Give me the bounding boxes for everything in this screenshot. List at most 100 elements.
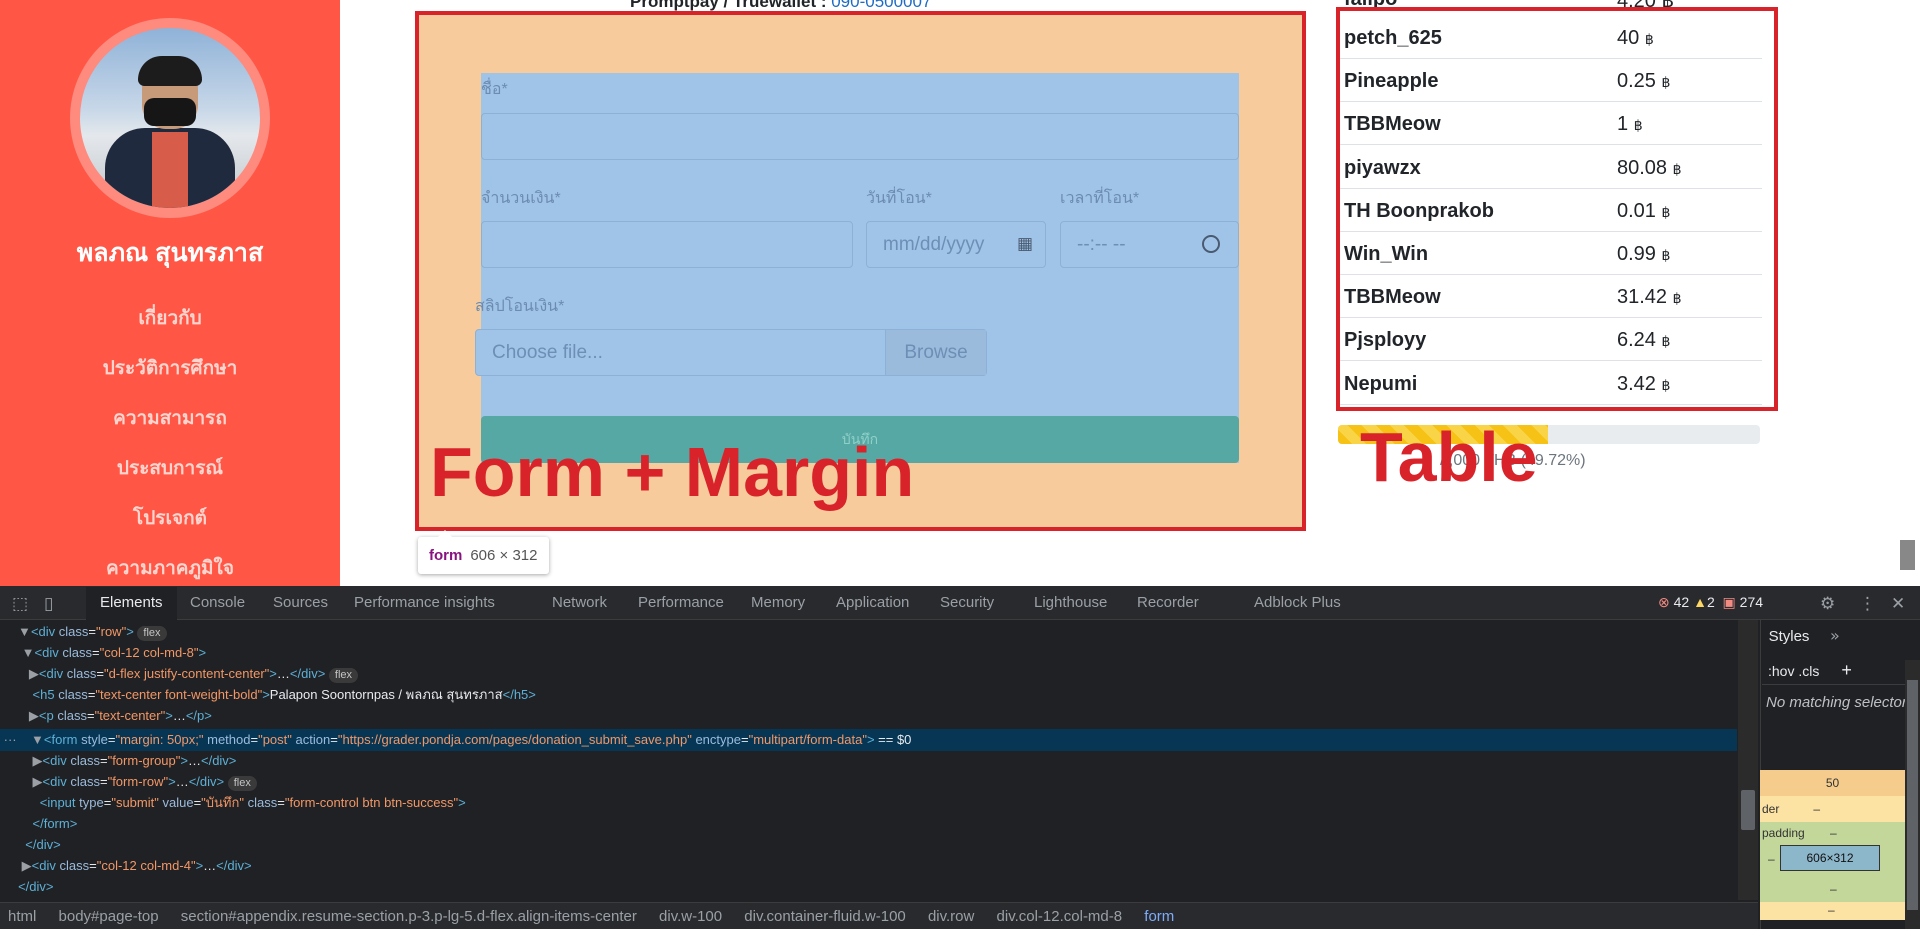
breadcrumb-item[interactable]: div.container-fluid.w-100 xyxy=(744,908,905,925)
element-tooltip: form 606 × 312 xyxy=(418,530,549,574)
box-model-border-bottom: – xyxy=(1760,902,1905,920)
amount-label: จำนวนเงิน* xyxy=(481,190,561,207)
tab-console[interactable]: Console xyxy=(190,594,245,611)
inspect-element-icon[interactable]: ⬚ xyxy=(12,594,28,614)
donation-amount: 80.08 ฿ xyxy=(1617,156,1682,179)
page-scrollbar[interactable] xyxy=(1900,540,1915,570)
table-row: Pineapple 0.25 ฿ xyxy=(1340,59,1762,103)
settings-gear-icon[interactable]: ⚙ xyxy=(1820,594,1835,614)
code-line[interactable]: ▼<div class="col-12 col-md-8"> xyxy=(0,642,1737,663)
styles-filter-toggles[interactable]: :hov .cls xyxy=(1768,663,1819,679)
donor-name: piyawzx xyxy=(1344,156,1421,179)
breadcrumb: html body#page-top section#appendix.resu… xyxy=(0,902,1758,929)
tab-sources[interactable]: Sources xyxy=(273,594,328,611)
nav-education[interactable]: ประวัติการศึกษา xyxy=(0,353,340,383)
clock-icon[interactable] xyxy=(1202,235,1220,253)
table-row: TBBMeow 31.42 ฿ xyxy=(1340,275,1762,319)
elements-scrollbar[interactable] xyxy=(1738,620,1758,900)
donation-amount: 0.01 ฿ xyxy=(1617,199,1671,222)
file-input[interactable]: Choose file... Browse xyxy=(475,329,987,376)
code-line[interactable]: ▶<p class="text-center">…</p> xyxy=(0,705,1737,726)
tooltip-size: 606 × 312 xyxy=(470,547,538,564)
code-line[interactable]: ▶<div class="form-group">…</div> xyxy=(0,750,1737,771)
table-row: TH Boonprakob 0.01 ฿ xyxy=(1340,189,1762,232)
issues-count: 274 xyxy=(1739,594,1764,610)
box-model-content: 606×312 xyxy=(1780,845,1880,871)
donor-name: TBBMeow xyxy=(1344,113,1441,136)
close-devtools-icon[interactable]: ✕ xyxy=(1891,594,1905,614)
more-options-icon[interactable]: ⋮ xyxy=(1859,594,1876,614)
breadcrumb-item[interactable]: div.col-12.col-md-8 xyxy=(997,908,1123,925)
breadcrumb-item[interactable]: section#appendix.resume-section.p-3.p-lg… xyxy=(181,908,637,925)
donation-amount: 3.42 ฿ xyxy=(1617,372,1671,395)
table-row: Win_Win 0.99 ฿ xyxy=(1340,232,1762,275)
breadcrumb-item-active[interactable]: form xyxy=(1144,908,1174,925)
no-matching-selector-text: No matching selector xyxy=(1766,694,1907,711)
nav-projects[interactable]: โปรเจกต์ xyxy=(0,503,340,533)
code-line[interactable]: </div> xyxy=(0,834,1737,855)
tab-recorder[interactable]: Recorder xyxy=(1137,594,1199,611)
more-tabs-icon[interactable]: » xyxy=(1830,626,1840,645)
date-input[interactable]: mm/dd/yyyy ▦ xyxy=(866,221,1046,268)
donation-amount: 40 ฿ xyxy=(1617,27,1654,49)
tab-adblock-plus[interactable]: Adblock Plus xyxy=(1254,594,1341,611)
styles-scroll-thumb[interactable] xyxy=(1907,680,1918,910)
box-model-border: der – xyxy=(1760,796,1905,822)
browse-button[interactable]: Browse xyxy=(885,330,986,375)
annotation-form-margin: Form + Margin xyxy=(430,433,915,511)
device-toggle-icon[interactable]: ▯ xyxy=(44,594,53,614)
code-line[interactable]: ▶<div class="d-flex justify-content-cent… xyxy=(0,663,1737,684)
code-line[interactable]: ▶<div class="col-12 col-md-4">…</div> xyxy=(0,855,1737,876)
issue-badges[interactable]: ⊗ 42 ▲2 ▣ 274 xyxy=(1658,594,1763,611)
breadcrumb-item[interactable]: body#page-top xyxy=(59,908,159,925)
amount-input[interactable] xyxy=(481,221,853,268)
date-placeholder: mm/dd/yyyy xyxy=(883,234,985,255)
date-label: วันที่โอน* xyxy=(866,190,932,207)
tab-security[interactable]: Security xyxy=(940,594,994,611)
breadcrumb-item[interactable]: div.w-100 xyxy=(659,908,722,925)
donation-amount: 31.42 ฿ xyxy=(1617,286,1682,309)
name-input[interactable] xyxy=(481,113,1239,160)
tab-elements[interactable]: Elements xyxy=(100,594,163,611)
tab-memory[interactable]: Memory xyxy=(751,594,805,611)
tooltip-tag: form xyxy=(429,547,463,564)
table-row: TBBMeow 1 ฿ xyxy=(1340,102,1762,146)
time-input[interactable]: --:-- -- xyxy=(1060,221,1239,268)
time-label: เวลาที่โอน* xyxy=(1060,190,1140,207)
box-model-margin: 50 xyxy=(1760,770,1905,796)
code-line[interactable]: ▼<div class="row"> flex xyxy=(0,621,1737,642)
breadcrumb-item[interactable]: html xyxy=(8,908,36,925)
donation-amount: 0.99 ฿ xyxy=(1617,243,1671,265)
time-placeholder: --:-- -- xyxy=(1077,234,1126,255)
breadcrumb-item[interactable]: div.row xyxy=(928,908,974,925)
code-line[interactable]: <h5 class="text-center font-weight-bold"… xyxy=(0,684,1737,705)
tab-lighthouse[interactable]: Lighthouse xyxy=(1034,594,1107,611)
code-line[interactable]: </div> xyxy=(0,876,1737,897)
add-rule-icon[interactable]: + xyxy=(1841,660,1852,680)
tab-performance[interactable]: Performance xyxy=(638,594,724,611)
donor-name: Pjsployy xyxy=(1344,329,1427,352)
nav-skills[interactable]: ความสามารถ xyxy=(0,403,340,433)
donor-name: Win_Win xyxy=(1344,243,1429,265)
elements-scroll-thumb[interactable] xyxy=(1741,790,1755,830)
file-placeholder: Choose file... xyxy=(492,342,603,363)
warning-icon: ▲ xyxy=(1693,594,1707,610)
tab-network[interactable]: Network xyxy=(552,594,607,611)
calendar-icon[interactable]: ▦ xyxy=(1017,234,1033,254)
tab-styles[interactable]: Styles xyxy=(1764,622,1814,652)
warning-count: 2 xyxy=(1706,594,1715,610)
code-line[interactable]: </form> xyxy=(0,813,1737,834)
tab-application[interactable]: Application xyxy=(836,594,909,611)
code-line[interactable]: <input type="submit" value="บันทึก" clas… xyxy=(0,792,1737,813)
nav-achievements[interactable]: ความภาคภูมิใจ xyxy=(0,553,340,583)
tab-performance-insights[interactable]: Performance insights xyxy=(354,594,495,611)
nav-experience[interactable]: ประสบการณ์ xyxy=(0,453,340,483)
code-line-selected[interactable]: ··· ▼<form style="margin: 50px;" method=… xyxy=(0,729,1737,750)
code-line[interactable]: ▶<div class="form-row">…</div> flex xyxy=(0,771,1737,792)
payment-phone[interactable]: 090-0500007 xyxy=(831,0,931,11)
nav-about[interactable]: เกี่ยวกับ xyxy=(0,303,340,333)
donor-name: petch_625 xyxy=(1344,27,1442,49)
styles-filter[interactable]: :hov .cls + xyxy=(1762,655,1920,685)
donor-name: Nepumi xyxy=(1344,372,1418,395)
table-row: petch_625 40 ฿ xyxy=(1340,16,1762,59)
